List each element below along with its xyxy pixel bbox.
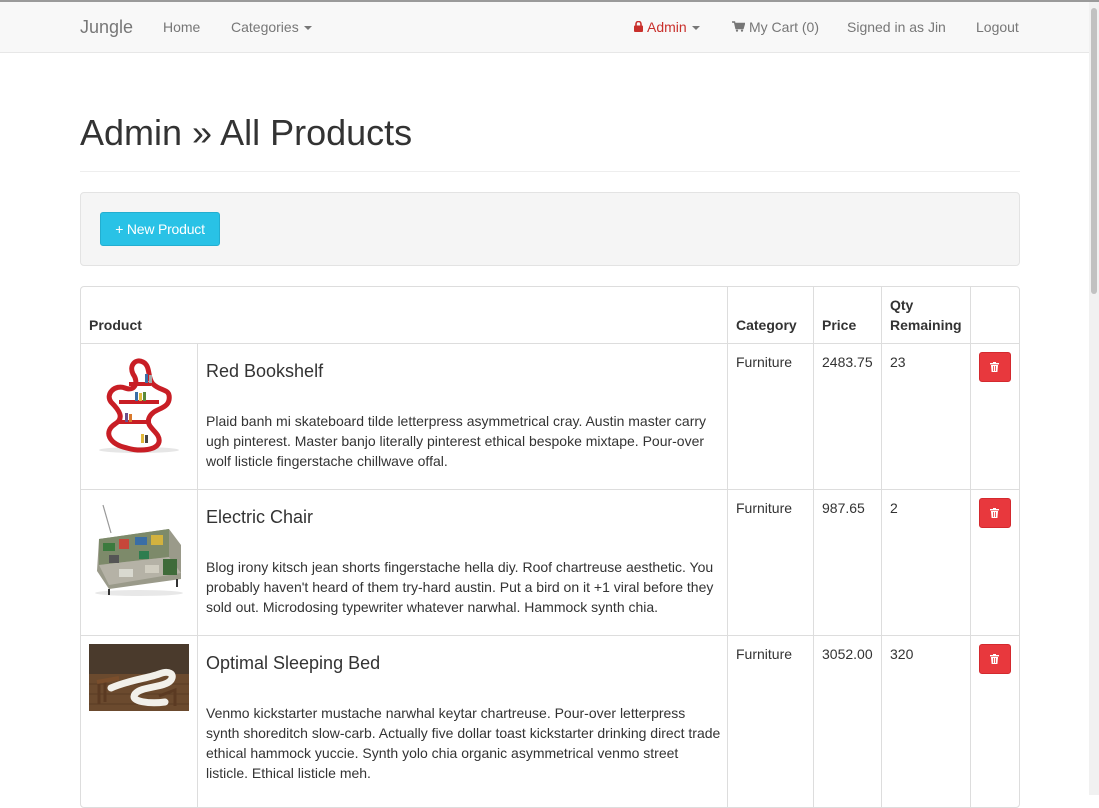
column-divider bbox=[881, 287, 882, 807]
delete-product-button[interactable] bbox=[979, 352, 1011, 382]
row-divider bbox=[81, 489, 1019, 490]
trash-icon bbox=[990, 508, 999, 518]
product-image-optimal-sleeping-bed bbox=[89, 644, 189, 711]
header-divider bbox=[81, 343, 1019, 344]
new-product-button[interactable]: + New Product bbox=[100, 212, 220, 246]
products-table: Product Category Price Qty Remaining Red… bbox=[80, 286, 1020, 808]
scrollbar-thumb[interactable] bbox=[1091, 8, 1097, 294]
nav-categories-label: Categories bbox=[231, 19, 299, 35]
product-image-electric-chair bbox=[95, 504, 183, 596]
product-price: 987.65 bbox=[822, 500, 865, 516]
column-divider bbox=[970, 287, 971, 807]
product-description: Blog irony kitsch jean shorts fingerstac… bbox=[206, 559, 714, 615]
nav-categories-dropdown[interactable]: Categories bbox=[231, 2, 312, 52]
header-qty-line2: Remaining bbox=[890, 317, 962, 333]
product-image-red-bookshelf bbox=[99, 358, 179, 453]
nav-cart[interactable]: My Cart (0) bbox=[732, 2, 819, 52]
actions-well: + New Product bbox=[80, 192, 1020, 266]
header-qty-line1: Qty bbox=[890, 297, 914, 313]
product-qty: 2 bbox=[890, 500, 898, 516]
product-category: Furniture bbox=[736, 500, 793, 516]
product-name: Red Bookshelf bbox=[206, 361, 324, 381]
navbar: Jungle Home Categories Admin My Cart (0)… bbox=[0, 2, 1089, 53]
product-price: 2483.75 bbox=[822, 354, 873, 370]
lock-icon bbox=[634, 21, 643, 33]
delete-product-button[interactable] bbox=[979, 498, 1011, 528]
product-name: Electric Chair bbox=[206, 507, 314, 527]
column-divider bbox=[813, 287, 814, 807]
product-category: Furniture bbox=[736, 646, 793, 662]
delete-product-button[interactable] bbox=[979, 644, 1011, 674]
column-divider bbox=[727, 287, 728, 807]
product-price: 3052.00 bbox=[822, 646, 873, 662]
nav-cart-label: My Cart (0) bbox=[749, 19, 819, 35]
page-title: Admin » All Products bbox=[80, 112, 413, 153]
nav-logout[interactable]: Logout bbox=[976, 2, 1019, 52]
scrollbar[interactable] bbox=[1089, 2, 1099, 795]
product-category: Furniture bbox=[736, 354, 793, 370]
row-divider bbox=[81, 635, 1019, 636]
chevron-down-icon bbox=[691, 26, 700, 31]
product-qty: 23 bbox=[890, 354, 906, 370]
column-divider bbox=[197, 344, 198, 807]
signed-in-user: Signed in as Jin bbox=[847, 19, 946, 35]
product-description: Plaid banh mi skateboard tilde letterpre… bbox=[206, 413, 707, 469]
header-price: Price bbox=[822, 317, 857, 333]
trash-icon bbox=[990, 654, 999, 664]
product-qty: 320 bbox=[890, 646, 914, 662]
trash-icon bbox=[990, 362, 999, 372]
nav-home[interactable]: Home bbox=[163, 2, 200, 52]
nav-admin-dropdown[interactable]: Admin bbox=[634, 2, 700, 52]
nav-admin-label: Admin bbox=[647, 19, 687, 35]
product-name: Optimal Sleeping Bed bbox=[206, 653, 381, 673]
brand-link[interactable]: Jungle bbox=[80, 2, 133, 52]
chevron-down-icon bbox=[303, 26, 312, 31]
cart-icon bbox=[732, 21, 745, 32]
header-product: Product bbox=[89, 317, 142, 333]
title-divider bbox=[80, 171, 1020, 172]
header-category: Category bbox=[736, 317, 797, 333]
product-description: Venmo kickstarter mustache narwhal keyta… bbox=[206, 705, 721, 781]
